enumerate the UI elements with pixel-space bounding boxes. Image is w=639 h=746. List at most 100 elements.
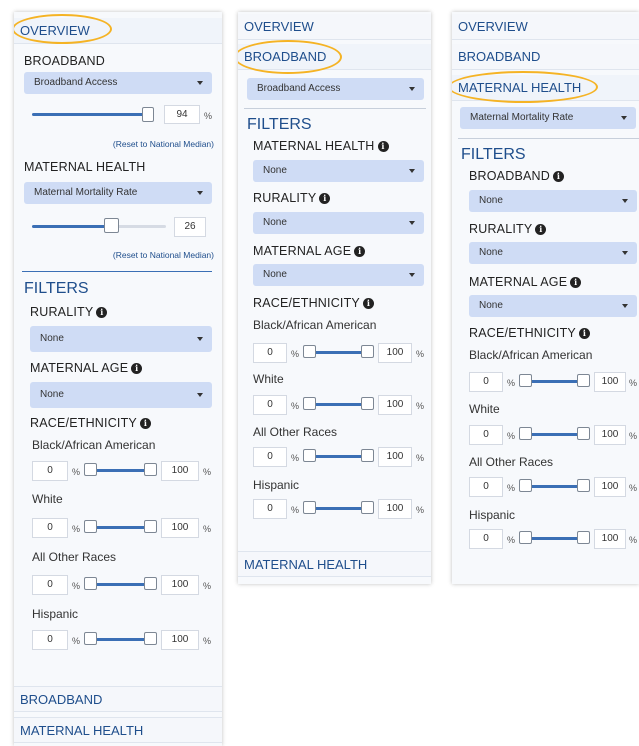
- maternal-value-field[interactable]: 26: [174, 217, 206, 237]
- race-min-field[interactable]: 0: [32, 461, 68, 481]
- race-slider-min-handle[interactable]: [519, 427, 532, 440]
- race-min-field[interactable]: 0: [469, 372, 503, 392]
- race-min-field[interactable]: 0: [469, 529, 503, 549]
- info-icon[interactable]: i: [362, 298, 374, 309]
- info-icon[interactable]: i: [377, 141, 389, 152]
- race-slider-track[interactable]: [524, 485, 584, 488]
- race-slider-min-handle[interactable]: [84, 632, 97, 645]
- race-slider-min-handle[interactable]: [303, 397, 316, 410]
- tab-broadband[interactable]: BROADBAND: [452, 44, 639, 70]
- race-slider-track[interactable]: [524, 537, 584, 540]
- race-slider-max-handle[interactable]: [144, 520, 157, 533]
- race-max-field[interactable]: 100: [594, 477, 626, 497]
- race-slider-min-handle[interactable]: [519, 531, 532, 544]
- race-max-field[interactable]: 100: [594, 372, 626, 392]
- race-min-field[interactable]: 0: [253, 343, 287, 363]
- maternal-health-select[interactable]: Maternal Mortality Rate: [460, 107, 636, 129]
- rurality-select[interactable]: None: [30, 326, 212, 352]
- race-slider-min-handle[interactable]: [84, 520, 97, 533]
- race-slider-max-handle[interactable]: [361, 397, 374, 410]
- maternal-slider-fill[interactable]: [32, 225, 106, 228]
- race-slider-track[interactable]: [90, 638, 152, 641]
- maternal-health-select[interactable]: Maternal Mortality Rate: [24, 182, 212, 204]
- race-min-field[interactable]: 0: [32, 518, 68, 538]
- info-icon[interactable]: i: [139, 418, 151, 429]
- race-slider-max-handle[interactable]: [577, 531, 590, 544]
- race-slider-max-handle[interactable]: [144, 632, 157, 645]
- race-slider-track[interactable]: [524, 380, 584, 383]
- race-slider-track[interactable]: [308, 403, 368, 406]
- race-max-field[interactable]: 100: [378, 395, 412, 415]
- info-icon[interactable]: i: [96, 307, 108, 318]
- race-max-field[interactable]: 100: [378, 343, 412, 363]
- broadband-slider-track[interactable]: [32, 113, 150, 116]
- broadband-slider-handle[interactable]: [142, 107, 154, 122]
- race-slider-min-handle[interactable]: [303, 501, 316, 514]
- race-slider-min-handle[interactable]: [84, 463, 97, 476]
- maternal-slider-handle[interactable]: [104, 218, 119, 233]
- race-slider-track[interactable]: [90, 526, 152, 529]
- broadband-value-field[interactable]: 94: [164, 105, 200, 124]
- info-icon[interactable]: i: [131, 363, 143, 374]
- rurality-select[interactable]: None: [469, 242, 637, 264]
- race-max-field[interactable]: 100: [378, 499, 412, 519]
- reset-national-median-link[interactable]: (Reset to National Median): [74, 139, 214, 149]
- race-slider-max-handle[interactable]: [361, 449, 374, 462]
- broadband-select[interactable]: None: [469, 190, 637, 212]
- race-slider-max-handle[interactable]: [577, 374, 590, 387]
- race-slider-max-handle[interactable]: [577, 427, 590, 440]
- race-slider-min-handle[interactable]: [519, 374, 532, 387]
- race-max-field[interactable]: 100: [161, 575, 199, 595]
- race-max-field[interactable]: 100: [594, 529, 626, 549]
- tab-maternal-health[interactable]: MATERNAL HEALTH: [238, 551, 431, 577]
- percent-unit: %: [416, 349, 425, 359]
- race-min-field[interactable]: 0: [253, 395, 287, 415]
- race-slider-track[interactable]: [308, 351, 368, 354]
- race-slider-max-handle[interactable]: [144, 463, 157, 476]
- tab-overview[interactable]: OVERVIEW: [452, 14, 639, 40]
- rurality-select[interactable]: None: [253, 212, 424, 234]
- race-slider-max-handle[interactable]: [361, 501, 374, 514]
- race-min-field[interactable]: 0: [32, 630, 68, 650]
- broadband-select[interactable]: Broadband Access: [24, 72, 212, 94]
- race-slider-track[interactable]: [308, 455, 368, 458]
- tab-broadband[interactable]: BROADBAND: [14, 686, 222, 712]
- race-slider-max-handle[interactable]: [577, 479, 590, 492]
- chevron-down-icon: [197, 81, 203, 85]
- info-icon[interactable]: i: [552, 171, 564, 182]
- info-icon[interactable]: i: [535, 224, 547, 235]
- race-slider-min-handle[interactable]: [303, 449, 316, 462]
- maternal-age-select[interactable]: None: [469, 295, 637, 317]
- race-min-field[interactable]: 0: [253, 499, 287, 519]
- race-max-field[interactable]: 100: [161, 630, 199, 650]
- race-min-field[interactable]: 0: [253, 447, 287, 467]
- info-icon[interactable]: i: [354, 246, 366, 257]
- tab-overview[interactable]: OVERVIEW: [238, 14, 431, 40]
- race-slider-max-handle[interactable]: [144, 577, 157, 590]
- maternal-age-select[interactable]: None: [30, 382, 212, 408]
- race-min-field[interactable]: 0: [469, 477, 503, 497]
- info-icon[interactable]: i: [319, 193, 331, 204]
- race-slider-track[interactable]: [90, 583, 152, 586]
- broadband-select[interactable]: Broadband Access: [247, 78, 424, 100]
- race-min-field[interactable]: 0: [32, 575, 68, 595]
- race-max-field[interactable]: 100: [161, 518, 199, 538]
- race-min-field[interactable]: 0: [469, 425, 503, 445]
- rurality-select-value: None: [263, 217, 287, 228]
- info-icon[interactable]: i: [578, 328, 590, 339]
- race-slider-track[interactable]: [90, 469, 152, 472]
- reset-national-median-link[interactable]: (Reset to National Median): [74, 250, 214, 260]
- race-max-field[interactable]: 100: [378, 447, 412, 467]
- race-slider-max-handle[interactable]: [361, 345, 374, 358]
- race-max-field[interactable]: 100: [161, 461, 199, 481]
- race-slider-min-handle[interactable]: [84, 577, 97, 590]
- race-slider-min-handle[interactable]: [519, 479, 532, 492]
- info-icon[interactable]: i: [570, 277, 582, 288]
- race-slider-track[interactable]: [524, 433, 584, 436]
- race-slider-min-handle[interactable]: [303, 345, 316, 358]
- maternal-age-select[interactable]: None: [253, 264, 424, 286]
- maternal-health-select[interactable]: None: [253, 160, 424, 182]
- race-max-field[interactable]: 100: [594, 425, 626, 445]
- race-slider-track[interactable]: [308, 507, 368, 510]
- tab-maternal-health[interactable]: MATERNAL HEALTH: [14, 717, 222, 743]
